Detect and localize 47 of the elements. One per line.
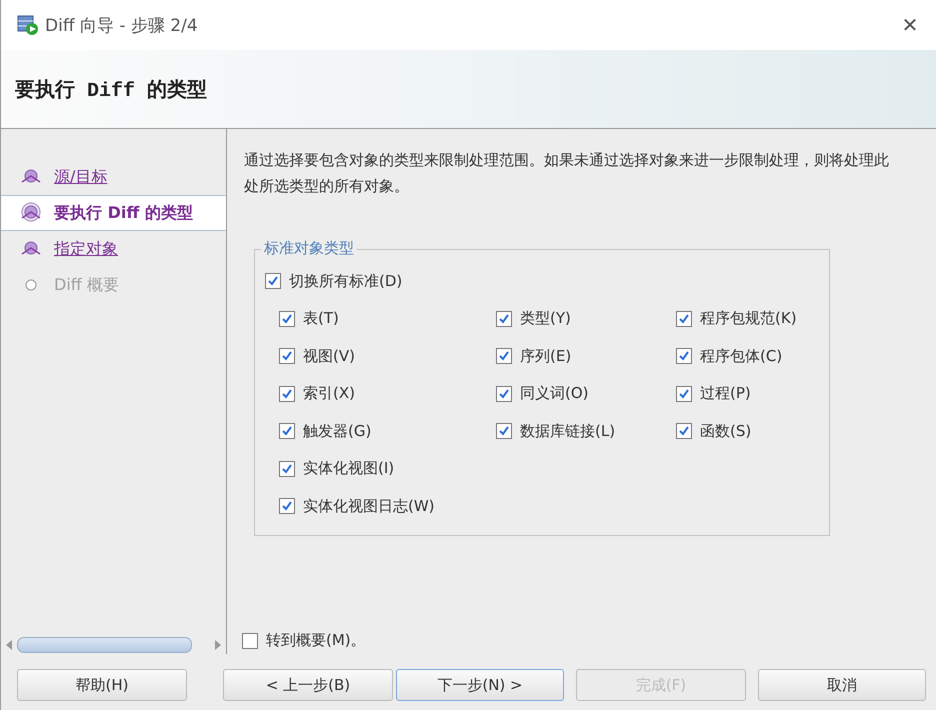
checkbox[interactable]	[496, 348, 512, 364]
checkbox-label[interactable]: 触发器(G)	[303, 422, 372, 441]
checkbox-label[interactable]: 表(T)	[303, 309, 339, 328]
wizard-button[interactable]: 下一步(N) >	[396, 669, 564, 701]
wizard-button[interactable]: < 上一步(B)	[223, 669, 393, 701]
checkbox[interactable]	[279, 423, 295, 440]
checkbox[interactable]	[242, 632, 258, 648]
group-title: 标准对象类型	[261, 239, 357, 258]
checkbox[interactable]	[676, 310, 692, 327]
close-button[interactable]: ✕	[890, 5, 930, 45]
checkbox[interactable]	[496, 310, 512, 327]
page-heading: 要执行 Diff 的类型	[15, 78, 208, 102]
horizontal-scrollbar[interactable]	[5, 636, 222, 654]
checkbox-label[interactable]: 数据库链接(L)	[520, 422, 616, 441]
checkbox[interactable]	[496, 386, 512, 402]
checkbox[interactable]	[279, 386, 295, 402]
step-link[interactable]: 源/目标	[54, 166, 108, 188]
checkbox[interactable]	[279, 310, 295, 327]
checkbox[interactable]	[265, 273, 281, 289]
checkbox[interactable]	[279, 498, 295, 514]
scroll-right-icon[interactable]	[214, 640, 222, 650]
checkbox-label[interactable]: 序列(E)	[520, 346, 572, 366]
checkbox-label[interactable]: 实体化视图日志(W)	[303, 496, 435, 516]
checkbox-label[interactable]: 过程(P)	[700, 384, 751, 404]
checkbox-label[interactable]: 切换所有标准(D)	[289, 272, 402, 290]
checkbox[interactable]	[279, 460, 295, 477]
scroll-left-icon[interactable]	[5, 640, 13, 650]
description-text: 通过选择要包含对象的类型来限制处理范围。如果未通过选择对象来进一步限制处理，则将处理此处所选类型的所有对象。	[244, 150, 890, 197]
checkbox-label[interactable]: 函数(S)	[700, 422, 752, 441]
window-title: Diff 向导 - 步骤 2/4	[45, 14, 199, 36]
step-link[interactable]: 指定对象	[54, 238, 118, 260]
checkbox[interactable]	[279, 348, 295, 364]
checkbox-label[interactable]: 同义词(O)	[520, 384, 589, 404]
checkbox-label[interactable]: 类型(Y)	[520, 309, 571, 328]
checkbox[interactable]	[676, 386, 692, 402]
app-icon	[17, 14, 39, 36]
checkbox-label[interactable]: 程序包体(C)	[700, 346, 782, 366]
checkbox-label[interactable]: 索引(X)	[303, 384, 355, 404]
checkbox-label[interactable]: 视图(V)	[303, 346, 355, 366]
checkbox[interactable]	[676, 348, 692, 364]
wizard-button[interactable]: 帮助(H)	[17, 669, 187, 701]
checkbox-label[interactable]: 程序包规范(K)	[700, 309, 797, 328]
checkbox[interactable]	[676, 423, 692, 440]
checkbox-label[interactable]: 转到概要(M)。	[266, 631, 366, 650]
checkbox[interactable]	[496, 423, 512, 440]
checkbox-label[interactable]: 实体化视图(I)	[303, 459, 394, 478]
wizard-button[interactable]: 取消	[758, 669, 926, 701]
